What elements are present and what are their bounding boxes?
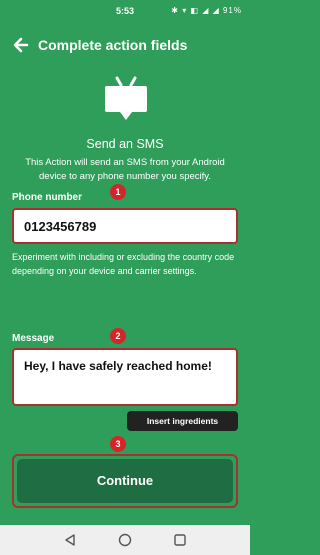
- status-bar: 5:53 ✱ ▾ ◧ ◢ ◢ 91%: [0, 0, 250, 22]
- phone-number-value: 0123456789: [24, 219, 97, 234]
- insert-ingredients-button[interactable]: Insert ingredients: [127, 411, 238, 431]
- continue-button[interactable]: Continue: [17, 459, 233, 503]
- nav-back-icon[interactable]: [62, 532, 78, 548]
- phone-number-label: Phone number: [12, 192, 83, 203]
- nav-home-icon[interactable]: [117, 532, 133, 548]
- step-badge-2: 2: [110, 328, 126, 344]
- action-description: This Action will send an SMS from your A…: [25, 157, 225, 182]
- battery-level: 91%: [222, 6, 242, 15]
- phone-number-input[interactable]: 0123456789: [12, 208, 238, 244]
- nav-recents-icon[interactable]: [172, 532, 188, 548]
- action-title: Send an SMS: [86, 137, 164, 151]
- back-arrow-icon[interactable]: [12, 36, 30, 54]
- message-label: Message: [12, 333, 55, 344]
- message-input[interactable]: Hey, I have safely reached home!: [12, 348, 238, 406]
- status-icon-group: ✱ ▾ ◧ ◢ ◢: [171, 6, 220, 15]
- status-icons: ✱ ▾ ◧ ◢ ◢ 91%: [171, 6, 242, 15]
- page-title: Complete action fields: [38, 37, 188, 53]
- step-badge-3: 3: [110, 436, 126, 452]
- system-nav-bar: [0, 525, 250, 555]
- continue-button-highlight: Continue: [12, 454, 238, 508]
- android-sms-service-icon: [100, 72, 152, 124]
- message-value: Hey, I have safely reached home!: [24, 359, 212, 373]
- phone-number-hint: Experiment with including or excluding t…: [12, 252, 235, 276]
- step-badge-1: 1: [110, 184, 126, 200]
- app-header: Complete action fields: [0, 24, 250, 68]
